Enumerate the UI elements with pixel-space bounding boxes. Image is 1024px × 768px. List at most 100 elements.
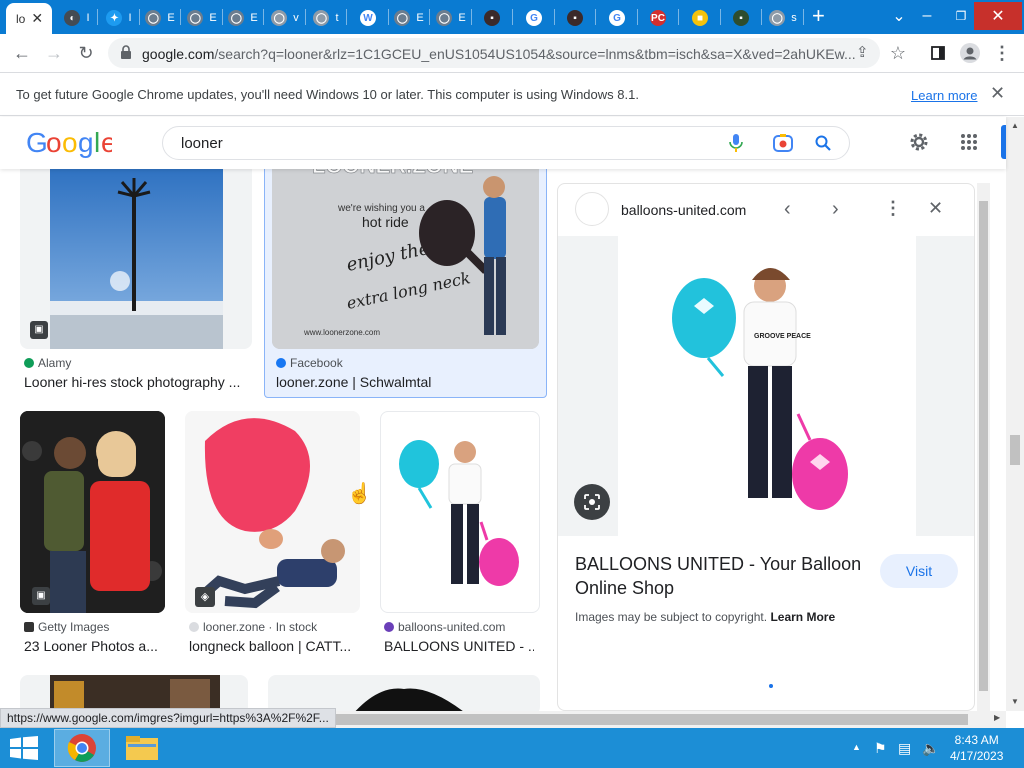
clock-date: 4/17/2023: [950, 749, 1004, 763]
restore-button[interactable]: ❐: [946, 2, 976, 30]
tab-photo[interactable]: ▪: [556, 4, 594, 32]
tab-search-icon[interactable]: ⌄: [888, 2, 910, 30]
result-title[interactable]: BALLOONS UNITED - ...: [384, 638, 534, 654]
photo-favicon-icon: ▪: [567, 10, 583, 26]
preview-image[interactable]: GROOVE PEACE: [558, 236, 974, 536]
reload-button[interactable]: ↻: [72, 39, 100, 67]
wikimedia-favicon-icon: ◐: [64, 10, 81, 26]
result-title[interactable]: Looner hi-res stock photography ...: [24, 374, 250, 390]
result-thumbnail-partial[interactable]: [20, 675, 248, 711]
network-icon[interactable]: ▤: [898, 740, 911, 757]
result-title[interactable]: looner.zone | Schwalmtal: [276, 374, 538, 390]
side-panel-icon[interactable]: [924, 39, 952, 67]
close-preview-icon[interactable]: ✕: [928, 198, 943, 219]
generic-favicon-icon: ◯: [436, 10, 453, 26]
lens-search-icon[interactable]: [773, 134, 793, 157]
menu-kebab-icon[interactable]: ⋮: [988, 39, 1016, 67]
infobar-close-icon[interactable]: ✕: [990, 83, 1005, 104]
tab-title-snippet: v: [293, 12, 299, 24]
volume-muted-icon[interactable]: 🔈: [922, 740, 939, 757]
tab-google[interactable]: G: [598, 4, 636, 32]
more-options-icon[interactable]: ⋮: [884, 198, 902, 219]
action-center-flag-icon[interactable]: ⚑: [874, 740, 887, 757]
lens-visual-search-button[interactable]: [574, 484, 610, 520]
tab-generic[interactable]: ◯ E: [432, 4, 470, 32]
apps-grid-icon[interactable]: [960, 133, 978, 156]
settings-gear-icon[interactable]: [908, 131, 930, 158]
tab-separator: [637, 9, 638, 25]
result-thumbnail-partial[interactable]: [268, 675, 540, 711]
bookmark-star-icon[interactable]: ☆: [884, 39, 912, 67]
tab-pcmag[interactable]: PC: [639, 4, 677, 32]
preview-title[interactable]: BALLOONS UNITED - Your Balloon Online Sh…: [575, 552, 875, 600]
tab-google[interactable]: G: [515, 4, 553, 32]
result-title[interactable]: longneck balloon | CATT...: [189, 638, 359, 654]
profile-avatar[interactable]: [956, 39, 984, 67]
tab-separator: [678, 9, 679, 25]
result-thumbnail-balloons-united[interactable]: [380, 411, 540, 613]
vertical-scrollbar[interactable]: ▲ ▼: [1006, 117, 1024, 711]
tab-generic[interactable]: ◯ s: [764, 4, 802, 32]
chrome-icon: [67, 734, 96, 762]
close-window-button[interactable]: ✕: [974, 2, 1022, 30]
tab-active[interactable]: lo ✕: [6, 3, 52, 34]
result-thumbnail-alamy[interactable]: ▣: [20, 169, 252, 349]
search-icon[interactable]: [815, 135, 831, 156]
tab-twitter[interactable]: ✦ I: [100, 4, 138, 32]
preview-domain[interactable]: balloons-united.com: [621, 202, 746, 218]
scroll-down-arrow-icon[interactable]: ▼: [1011, 697, 1019, 706]
learn-more-link[interactable]: Learn More: [770, 610, 835, 624]
next-image-icon[interactable]: ›: [832, 198, 839, 221]
taskbar-chrome-button[interactable]: [54, 729, 110, 767]
tab-separator: [346, 9, 347, 25]
tab-generic[interactable]: ◯ E: [224, 4, 262, 32]
system-clock[interactable]: 8:43 AM 4/17/2023: [950, 732, 1003, 764]
tab-title-snippet: I: [86, 12, 90, 24]
result-thumbnail-looner-zone[interactable]: ◈: [185, 411, 360, 613]
shopping-tag-icon: ◈: [195, 587, 215, 607]
facebook-icon: [276, 358, 286, 368]
preview-scrollbar[interactable]: [977, 183, 990, 711]
tab-wikipedia[interactable]: W: [349, 4, 387, 32]
taskbar-file-explorer-button[interactable]: [124, 734, 160, 767]
scroll-up-arrow-icon[interactable]: ▲: [1011, 121, 1019, 130]
infobar-learn-more-link[interactable]: Learn more: [911, 88, 977, 103]
close-tab-icon[interactable]: ✕: [31, 10, 43, 27]
wikipedia-favicon-icon: W: [360, 10, 376, 26]
generic-favicon-icon: ◯: [271, 10, 288, 26]
preview-scroll-thumb[interactable]: [979, 201, 988, 691]
tab-generic[interactable]: ◯ v: [266, 4, 304, 32]
url-path: /search?q=looner&rlz=1C1GCEU_enUS1054US1…: [214, 46, 856, 62]
image-preview-panel: balloons-united.com ‹ › ⋮ ✕ GROOVE PEACE…: [557, 183, 975, 711]
scroll-right-arrow-icon[interactable]: ▶: [994, 713, 1000, 722]
previous-image-icon[interactable]: ‹: [784, 198, 791, 221]
tab-wikimedia[interactable]: ◐ I: [58, 4, 96, 32]
scroll-thumb[interactable]: [1010, 435, 1020, 465]
tab-generic[interactable]: ◯ t: [307, 4, 345, 32]
google-logo[interactable]: G o o g l e: [26, 127, 117, 166]
result-thumbnail-getty[interactable]: ▣: [20, 411, 165, 613]
show-hidden-icons-arrow[interactable]: ▲: [852, 742, 861, 752]
tab-photo[interactable]: ▪: [473, 4, 511, 32]
tab-folder[interactable]: ■: [681, 4, 719, 32]
voice-search-icon[interactable]: [729, 134, 743, 157]
tab-generic[interactable]: ◯ E: [183, 4, 221, 32]
search-box[interactable]: looner: [162, 126, 850, 160]
address-bar[interactable]: google.com/search?q=looner&rlz=1C1GCEU_e…: [108, 38, 880, 68]
tab-generic[interactable]: ◯ E: [390, 4, 428, 32]
result-thumbnail-facebook[interactable]: LOONER.ZONE we're wishing you a hot ride…: [272, 169, 539, 349]
search-input[interactable]: looner: [181, 135, 223, 152]
share-icon[interactable]: ⇪: [856, 43, 869, 61]
result-source-label: Getty Images: [38, 620, 110, 634]
tab-photo[interactable]: ▪: [722, 4, 760, 32]
tab-generic[interactable]: ◯ E: [141, 4, 179, 32]
result-source: Alamy: [24, 356, 71, 370]
result-title[interactable]: 23 Looner Photos a...: [24, 638, 164, 654]
back-button[interactable]: ←: [8, 39, 36, 67]
start-button-windows-icon[interactable]: [10, 736, 38, 765]
minimize-button[interactable]: –: [912, 2, 942, 30]
visit-button[interactable]: Visit: [880, 554, 958, 588]
tab-title-snippet: E: [209, 12, 217, 24]
forward-button[interactable]: →: [40, 39, 68, 67]
new-tab-button[interactable]: +: [812, 4, 832, 30]
